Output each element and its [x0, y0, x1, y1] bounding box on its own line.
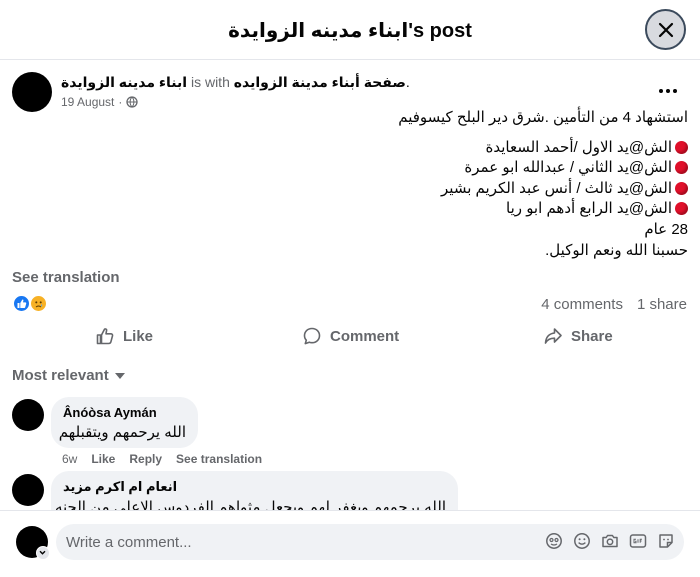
post-line: الش@يد الاول /أحمد السعايدة: [88, 138, 688, 159]
like-reaction-icon: [12, 294, 31, 313]
post-line: 28 عام: [644, 220, 688, 238]
caret-down-icon: [114, 372, 125, 379]
share-button[interactable]: Share: [543, 318, 613, 354]
avatar-sticker-button[interactable]: [544, 531, 563, 550]
share-arrow-icon: [543, 326, 563, 346]
comment-reply-button[interactable]: Reply: [129, 452, 162, 466]
commenter-name[interactable]: Ânóòsa Aymán: [63, 405, 186, 420]
shares-count[interactable]: 1 share: [637, 296, 687, 313]
comment-filter-label: Most relevant: [12, 367, 109, 384]
comment-input[interactable]: [66, 524, 526, 560]
post-meta: 19 August ·: [61, 95, 139, 109]
account-switch-button[interactable]: [36, 546, 50, 560]
commenter-avatar[interactable]: [12, 399, 44, 431]
thumbs-up-icon: [95, 326, 115, 346]
reaction-summary[interactable]: [12, 294, 52, 314]
chevron-down-icon: [37, 547, 49, 558]
more-options-button[interactable]: [655, 82, 683, 98]
post-author-line: ابناء مدينه الزوايدة is with صفحة أبناء …: [61, 74, 410, 91]
post-date[interactable]: 19 August: [61, 95, 114, 109]
with-text: is with: [190, 74, 230, 90]
comment-bubble: Ânóòsa Aymán الله يرحمهم ويتقبلهم: [51, 397, 198, 448]
post-line: الش@يد ثالث / أنس عبد الكريم بشير: [88, 179, 688, 200]
like-button-label: Like: [123, 327, 154, 345]
post-line: الش@يد الرابع أدهم ابو ريا: [88, 199, 688, 220]
with-suffix: .: [405, 74, 410, 90]
comment-box: [56, 524, 684, 560]
post-line: حسبنا الله ونعم الوكيل.: [545, 241, 688, 259]
post-text: استشهاد 4 من التأمين .شرق دير البلح كيسو…: [88, 108, 688, 261]
with-target-page[interactable]: صفحة أبناء مدينة الزوايده: [234, 74, 406, 90]
engagement-counts: 4 comments 1 share: [541, 296, 687, 313]
comment-bubble-icon: [302, 326, 322, 346]
meta-separator: ·: [118, 95, 123, 109]
comment-see-translation[interactable]: See translation: [176, 452, 262, 466]
commenter-avatar[interactable]: [12, 474, 44, 506]
camera-button[interactable]: [600, 531, 619, 550]
post-actions: Like Comment Share: [0, 318, 700, 354]
author-avatar[interactable]: [12, 72, 52, 112]
author-name[interactable]: ابناء مدينه الزوايدة: [61, 74, 187, 90]
emoji-button[interactable]: [572, 531, 591, 550]
globe-icon: [126, 96, 139, 108]
like-button[interactable]: Like: [95, 318, 153, 354]
red-circle-icon: [675, 161, 688, 175]
post-dialog-header: ابناء مدينه الزوايدة's post: [0, 0, 700, 60]
red-circle-icon: [675, 140, 688, 154]
comment-like-button[interactable]: Like: [91, 452, 115, 466]
more-horizontal-icon: [655, 82, 683, 98]
sticker-button[interactable]: [656, 531, 675, 550]
commenter-name[interactable]: انعام ام اكرم مزيد: [63, 479, 446, 495]
post-line: الش@يد الثاني / عبدالله ابو عمرة: [88, 158, 688, 179]
comment-button[interactable]: Comment: [302, 318, 399, 354]
comment-filter-dropdown[interactable]: Most relevant: [12, 367, 125, 384]
close-icon: [658, 22, 674, 38]
see-translation-link[interactable]: See translation: [12, 269, 120, 286]
sad-reaction-icon: [29, 294, 48, 313]
comments-count[interactable]: 4 comments: [541, 296, 623, 313]
comment-time[interactable]: 6w: [62, 452, 77, 466]
red-circle-icon: [675, 202, 688, 216]
gif-button[interactable]: [628, 531, 647, 550]
composer-tools: [544, 531, 675, 550]
share-button-label: Share: [571, 327, 613, 345]
red-circle-icon: [675, 181, 688, 195]
post-line: استشهاد 4 من التأمين .شرق دير البلح كيسو…: [398, 109, 688, 126]
comment-text: الله يرحمهم ويتقبلهم: [58, 424, 186, 441]
comment-actions: 6w Like Reply See translation: [62, 452, 262, 466]
dialog-title: ابناء مدينه الزوايدة's post: [228, 20, 472, 42]
comment-button-label: Comment: [330, 327, 400, 345]
close-button[interactable]: [645, 9, 686, 50]
